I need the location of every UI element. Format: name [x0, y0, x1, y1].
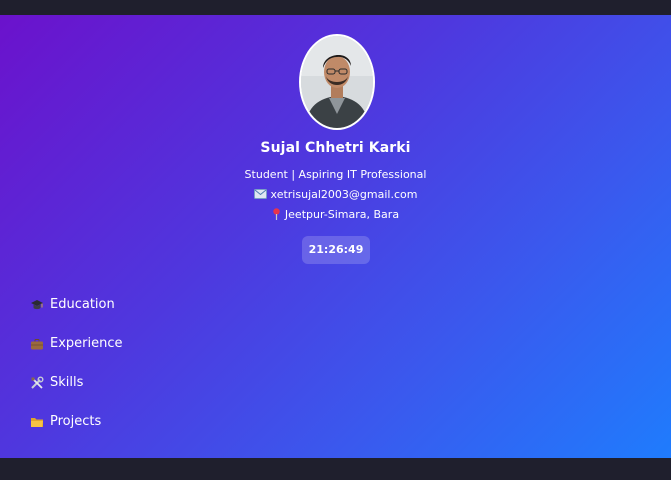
nav-item-experience[interactable]: Experience [30, 324, 250, 363]
profile-email: xetrisujal2003@gmail.com [0, 188, 671, 202]
bottom-bar [0, 458, 671, 480]
nav-item-education[interactable]: Education [30, 285, 250, 324]
folder-icon [31, 417, 43, 427]
section-nav: Education Experience Skills Projects [30, 285, 250, 441]
envelope-icon [253, 189, 267, 199]
nav-item-skills[interactable]: Skills [30, 363, 250, 402]
nav-label-experience: Experience [50, 336, 123, 351]
tools-icon [31, 376, 44, 389]
location-text: Jeetpur-Simara, Bara [284, 208, 400, 221]
graduation-cap-icon [31, 299, 43, 309]
nav-label-projects: Projects [50, 414, 102, 429]
profile-name: Sujal Chhetri Karki [260, 140, 411, 156]
nav-label-education: Education [50, 297, 115, 312]
profile-location: Jeetpur-Simara, Bara [0, 208, 671, 222]
profile-photo [301, 36, 373, 128]
pushpin-icon [273, 208, 280, 220]
top-bar [0, 0, 671, 15]
clock-display: 21:26:49 [302, 236, 370, 264]
profile-role: Student | Aspiring IT Professional [244, 168, 427, 181]
profile-panel: Sujal Chhetri Karki Student | Aspiring I… [0, 15, 671, 458]
briefcase-icon [31, 338, 43, 349]
nav-label-skills: Skills [50, 375, 84, 390]
email-text[interactable]: xetrisujal2003@gmail.com [271, 188, 418, 201]
avatar [299, 34, 375, 130]
nav-item-projects[interactable]: Projects [30, 402, 250, 441]
